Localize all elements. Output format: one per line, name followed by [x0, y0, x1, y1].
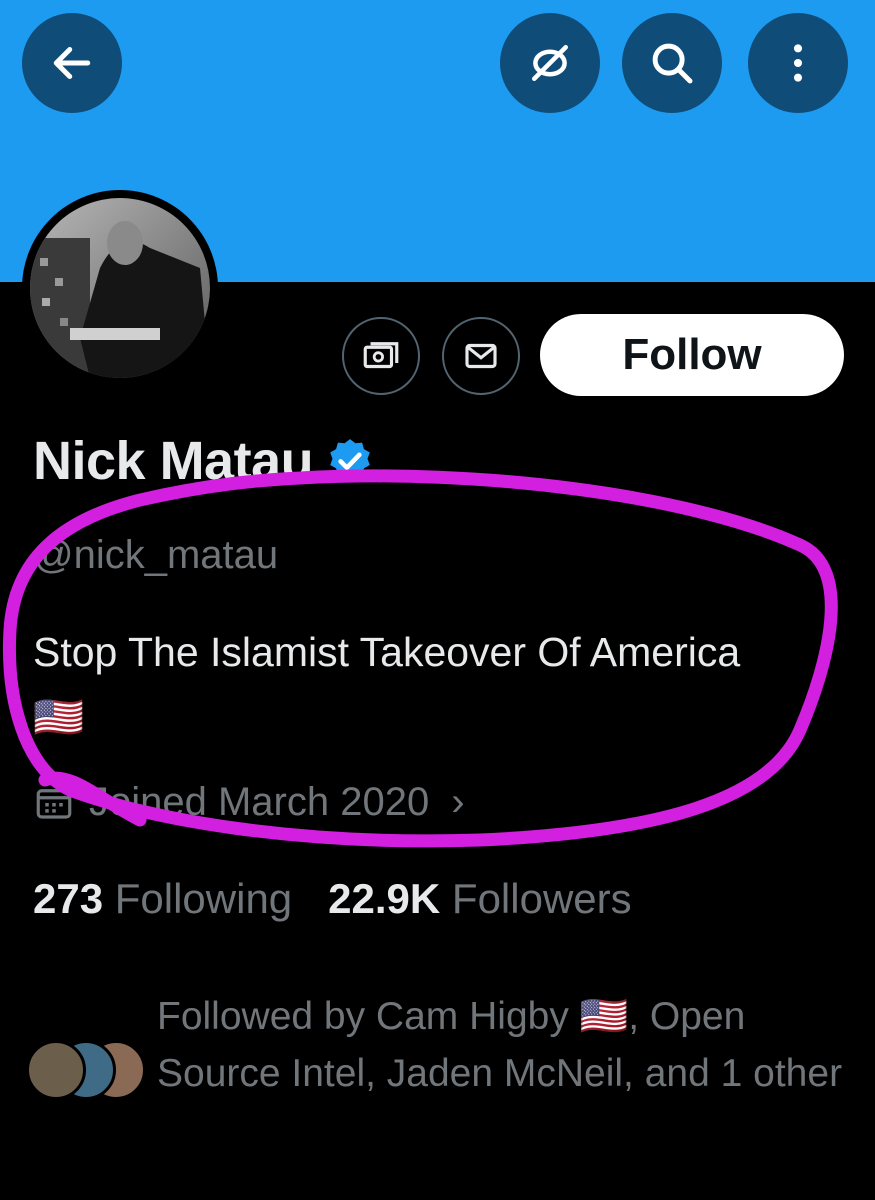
avatar[interactable] [22, 190, 218, 386]
envelope-icon [465, 343, 497, 369]
following-label: Following [114, 875, 293, 922]
chevron-right-icon: › [451, 780, 465, 824]
search-button[interactable] [622, 13, 722, 113]
following-link[interactable]: 273 Following [33, 875, 292, 922]
hide-button[interactable] [500, 13, 600, 113]
followed-by-avatars[interactable] [26, 1040, 146, 1100]
search-icon [652, 43, 693, 84]
avatar-photo [30, 198, 210, 378]
tip-button[interactable] [342, 317, 420, 395]
followers-link[interactable]: 22.9K Followers [328, 875, 631, 922]
calendar-icon [36, 788, 72, 819]
joined-date[interactable]: Joined March 2020 › [33, 780, 465, 825]
more-button[interactable] [748, 13, 848, 113]
followers-count: 22.9K [328, 875, 441, 922]
money-icon [363, 342, 399, 369]
more-vertical-icon [793, 44, 803, 82]
display-name: Nick Matau [33, 431, 314, 491]
avatar [26, 1040, 86, 1100]
follow-stats: 273 Following 22.9K Followers [33, 875, 632, 923]
name-row: Nick Matau [33, 430, 375, 492]
bio: Stop The Islamist Takeover Of America 🇺🇸 [33, 629, 741, 740]
back-button[interactable] [22, 13, 122, 113]
follow-button[interactable]: Follow [540, 314, 844, 396]
arrow-left-icon [53, 47, 91, 79]
following-count: 273 [33, 875, 104, 922]
joined-text: Joined March 2020 [89, 780, 430, 824]
handle: @nick_matau [33, 533, 279, 577]
message-button[interactable] [442, 317, 520, 395]
followers-label: Followers [451, 875, 632, 922]
verified-badge-icon [330, 439, 370, 479]
followed-by-text[interactable]: Followed by Cam Higby 🇺🇸, Open Source In… [157, 988, 847, 1102]
hide-eye-icon [532, 45, 568, 81]
